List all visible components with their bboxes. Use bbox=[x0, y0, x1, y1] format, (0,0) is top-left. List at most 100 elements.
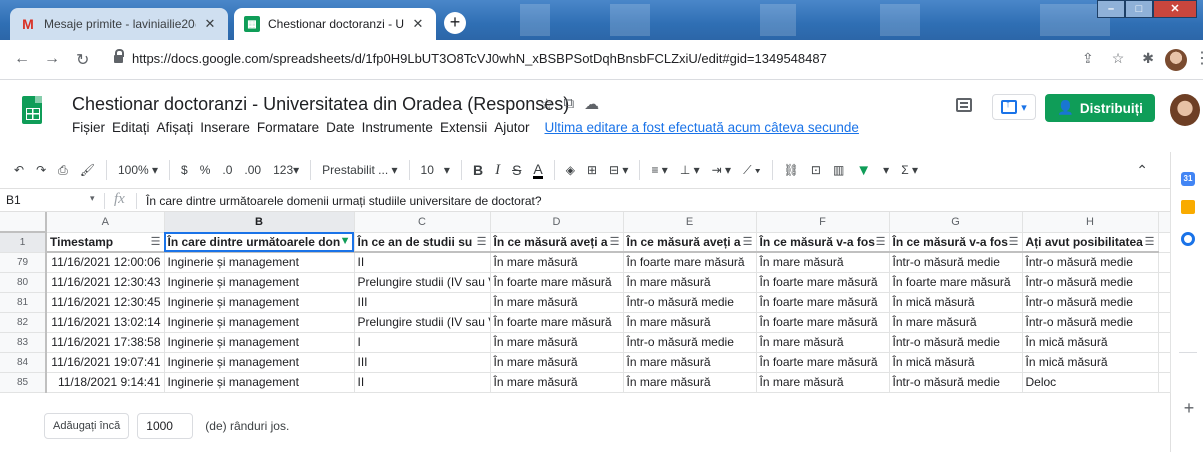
table-cell[interactable]: În mică măsură bbox=[889, 292, 1023, 313]
share-button[interactable]: 👤 Distribuiți bbox=[1045, 94, 1155, 122]
calendar-icon[interactable]: 31 bbox=[1181, 172, 1195, 186]
column-header[interactable]: F bbox=[756, 212, 890, 233]
filter-toggle-icon[interactable]: ☰ bbox=[1145, 235, 1155, 248]
column-header[interactable]: E bbox=[623, 212, 757, 233]
filter-toggle-icon[interactable]: ☰ bbox=[876, 235, 886, 248]
table-cell[interactable]: Inginerie și management bbox=[164, 312, 355, 333]
browser-menu-icon[interactable]: ⋮ bbox=[1194, 48, 1203, 68]
table-cell[interactable]: În mare măsură bbox=[623, 312, 757, 333]
paint-format-icon[interactable]: 🖌 bbox=[80, 163, 95, 177]
horizontal-align-icon[interactable]: ≡ ▾ bbox=[651, 163, 667, 177]
chevron-down-icon[interactable]: ▾ bbox=[90, 193, 95, 204]
formula-input[interactable]: În care dintre următoarele domenii urmaț… bbox=[146, 194, 542, 208]
row-header[interactable]: 81 bbox=[0, 292, 47, 313]
column-header[interactable]: D bbox=[490, 212, 624, 233]
borders-icon[interactable]: ⊞ bbox=[587, 163, 597, 177]
header-cell[interactable]: În ce măsură aveți a ☰ bbox=[490, 232, 624, 253]
tab-sheets[interactable]: ▦ Chestionar doctoranzi - Universit ✕ bbox=[234, 8, 436, 40]
increase-decimal-button[interactable]: .00 bbox=[244, 163, 261, 177]
table-cell[interactable]: 11/16/2021 12:30:43 bbox=[46, 272, 165, 293]
rows-count-input[interactable] bbox=[137, 413, 194, 439]
filter-toggle-icon[interactable]: ☰ bbox=[1009, 235, 1019, 248]
omnibox[interactable]: https://docs.google.com/spreadsheets/d/1… bbox=[104, 46, 1164, 74]
text-wrapping-icon[interactable]: ⇥ ▾ bbox=[712, 163, 731, 177]
header-cell[interactable]: Ați avut posibilitatea ☰ bbox=[1022, 232, 1159, 253]
minimize-window-button[interactable]: – bbox=[1097, 0, 1125, 18]
table-cell[interactable]: III bbox=[354, 352, 491, 373]
row-header[interactable]: 82 bbox=[0, 312, 47, 333]
table-cell[interactable]: Inginerie și management bbox=[164, 352, 355, 373]
table-cell[interactable]: Într-o măsură medie bbox=[1022, 272, 1159, 293]
column-header[interactable]: A bbox=[46, 212, 165, 233]
table-cell[interactable]: Inginerie și management bbox=[164, 292, 355, 313]
print-icon[interactable]: ⎙ bbox=[58, 163, 68, 178]
menu-edit[interactable]: Editați bbox=[112, 120, 150, 135]
italic-button[interactable]: I bbox=[495, 162, 500, 179]
table-cell[interactable]: În foarte mare măsură bbox=[756, 352, 890, 373]
comment-history-icon[interactable] bbox=[956, 98, 972, 112]
column-header[interactable]: H bbox=[1022, 212, 1159, 233]
menu-extensions[interactable]: Extensii bbox=[440, 120, 487, 135]
account-avatar[interactable] bbox=[1170, 94, 1200, 126]
url-text[interactable]: https://docs.google.com/spreadsheets/d/1… bbox=[132, 51, 827, 66]
filter-toggle-icon[interactable]: ☰ bbox=[610, 235, 620, 248]
close-window-button[interactable]: ✕ bbox=[1153, 0, 1197, 18]
filter-toggle-icon[interactable]: ☰ bbox=[743, 235, 753, 248]
document-title[interactable]: Chestionar doctoranzi - Universitatea di… bbox=[72, 94, 569, 115]
share-page-icon[interactable]: ⇪ bbox=[1082, 50, 1094, 67]
table-cell[interactable]: În mică măsură bbox=[1022, 352, 1159, 373]
zoom-select[interactable]: 100% ▾ bbox=[118, 163, 158, 177]
table-cell[interactable]: În foarte mare măsură bbox=[490, 272, 624, 293]
strikethrough-button[interactable]: S bbox=[512, 162, 521, 178]
header-cell[interactable]: În ce măsură v-a fos ☰ bbox=[756, 232, 890, 253]
table-cell[interactable]: În mare măsură bbox=[490, 292, 624, 313]
menu-insert[interactable]: Inserare bbox=[200, 120, 250, 135]
forward-icon[interactable]: → bbox=[44, 50, 60, 68]
table-cell[interactable]: În mare măsură bbox=[623, 352, 757, 373]
menu-tools[interactable]: Instrumente bbox=[362, 120, 433, 135]
table-cell[interactable]: Într-o măsură medie bbox=[623, 292, 757, 313]
table-cell[interactable]: Inginerie și management bbox=[164, 272, 355, 293]
table-cell[interactable]: Într-o măsură medie bbox=[889, 332, 1023, 353]
present-button[interactable]: ▾ bbox=[992, 94, 1036, 120]
table-cell[interactable]: 11/16/2021 13:02:14 bbox=[46, 312, 165, 333]
reload-icon[interactable]: ↻ bbox=[76, 50, 89, 70]
cloud-status-icon[interactable]: ☁ bbox=[584, 95, 599, 113]
text-rotation-icon[interactable]: ⟋ ▾ bbox=[743, 163, 761, 178]
menu-view[interactable]: Afișați bbox=[157, 120, 194, 135]
insert-link-icon[interactable]: ⛓ bbox=[784, 163, 799, 177]
filter-icon[interactable]: ▼ bbox=[856, 162, 871, 179]
row-header[interactable]: 85 bbox=[0, 372, 47, 393]
table-cell[interactable]: În foarte mare măsură bbox=[623, 252, 757, 273]
row-header[interactable]: 83 bbox=[0, 332, 47, 353]
table-cell[interactable]: În mare măsură bbox=[623, 272, 757, 293]
keep-icon[interactable] bbox=[1181, 200, 1195, 214]
filter-toggle-icon[interactable]: ☰ bbox=[477, 235, 487, 248]
add-addon-icon[interactable]: + bbox=[1181, 399, 1197, 417]
back-icon[interactable]: ← bbox=[14, 50, 30, 68]
table-cell[interactable]: În mare măsură bbox=[490, 332, 624, 353]
table-cell[interactable]: În mică măsură bbox=[1022, 332, 1159, 353]
insert-comment-icon[interactable]: ⊡ bbox=[811, 163, 821, 177]
move-folder-icon[interactable]: ⧉ bbox=[563, 95, 574, 113]
filter-views-chevron-icon[interactable]: ▾ bbox=[883, 163, 889, 177]
table-cell[interactable]: 11/16/2021 12:00:06 bbox=[46, 252, 165, 273]
percent-format-button[interactable]: % bbox=[200, 163, 211, 177]
table-cell[interactable]: În foarte mare măsură bbox=[889, 272, 1023, 293]
table-cell[interactable]: În mare măsură bbox=[756, 332, 890, 353]
column-header[interactable]: B bbox=[164, 212, 355, 233]
number-format-select[interactable]: 123 ▾ bbox=[273, 163, 299, 177]
table-cell[interactable]: I bbox=[354, 332, 491, 353]
undo-icon[interactable]: ↶ bbox=[14, 163, 24, 177]
menu-data[interactable]: Date bbox=[326, 120, 355, 135]
redo-icon[interactable]: ↷ bbox=[36, 163, 46, 177]
table-cell[interactable]: Prelungire studii (IV sau V bbox=[354, 272, 491, 293]
menu-format[interactable]: Formatare bbox=[257, 120, 319, 135]
header-cell[interactable]: În ce măsură v-a fos ☰ bbox=[889, 232, 1023, 253]
table-cell[interactable]: Într-o măsură medie bbox=[1022, 312, 1159, 333]
currency-format-button[interactable]: $ bbox=[181, 163, 188, 177]
table-cell[interactable]: 11/16/2021 12:30:45 bbox=[46, 292, 165, 313]
header-cell[interactable]: În care dintre următoarele don ▼ bbox=[164, 232, 355, 253]
name-box[interactable]: B1 bbox=[6, 193, 21, 207]
table-cell[interactable]: Într-o măsură medie bbox=[623, 332, 757, 353]
